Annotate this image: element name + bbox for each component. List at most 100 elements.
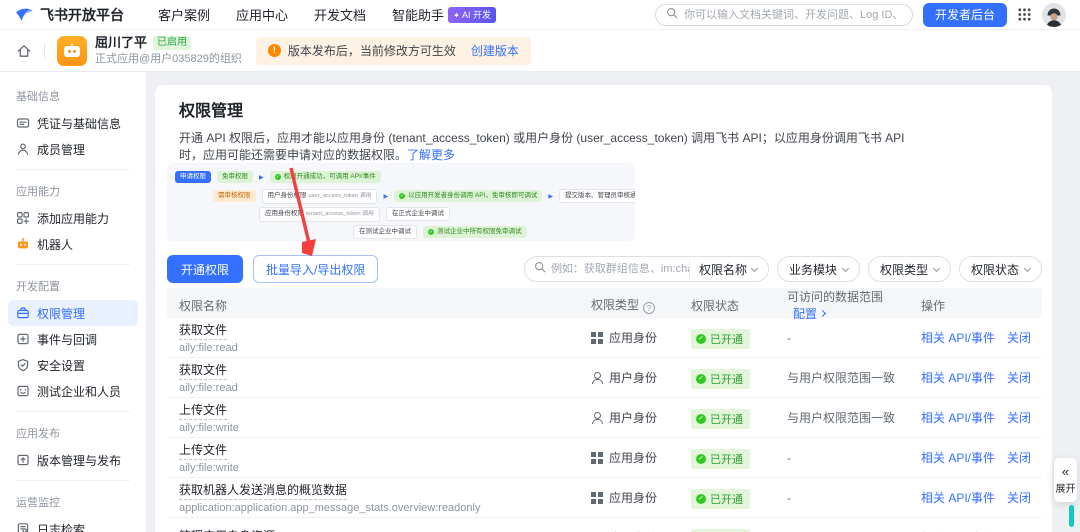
sidebar-section-app-release: 应用发布 <box>8 419 138 447</box>
home-icon[interactable] <box>16 43 32 59</box>
sidebar-item-credentials[interactable]: 凭证与基础信息 <box>8 110 138 136</box>
close-permission-link[interactable]: 关闭 <box>1007 489 1031 506</box>
expand-panel-tab[interactable]: 展开 <box>1054 458 1077 502</box>
nav-dev-docs[interactable]: 开发文档 <box>314 5 366 24</box>
table-row: 管理应用自身资源 应用身份 已开通 - 相关 API/事件关闭 <box>167 518 1042 532</box>
filter-permission-type[interactable]: 权限类型 <box>868 256 951 282</box>
developer-console-button[interactable]: 开发者后台 <box>923 3 1007 27</box>
related-api-link[interactable]: 相关 API/事件 <box>921 329 995 346</box>
robot-icon <box>16 237 30 251</box>
status-badge: 已开通 <box>691 409 750 429</box>
close-permission-link[interactable]: 关闭 <box>1007 409 1031 426</box>
app-launcher-grid-icon[interactable] <box>1017 7 1032 22</box>
close-permission-link[interactable]: 关闭 <box>1007 329 1031 346</box>
feishu-logo-icon <box>14 5 34 25</box>
log-search-icon <box>16 522 30 532</box>
flow-app-permission-box: 应用身份权限 tenant_access_token 调用 <box>259 207 380 222</box>
flow-test-debug-box: 在测试企业中调试 <box>353 225 417 239</box>
nav-ai-assistant[interactable]: 智能助手 AI 开发 <box>392 5 496 24</box>
sidebar-item-members[interactable]: 成员管理 <box>8 136 138 162</box>
nav-ai-assistant-label: 智能助手 <box>392 5 444 24</box>
permission-code: aily:file:write <box>179 422 579 434</box>
permission-name[interactable]: 获取文件 <box>179 322 227 339</box>
filter-label: 业务模块 <box>789 261 837 278</box>
divider <box>16 411 130 412</box>
permission-type: 应用身份 <box>609 449 657 466</box>
filter-permission-status[interactable]: 权限状态 <box>959 256 1042 282</box>
nav-customer-cases[interactable]: 客户案例 <box>158 5 210 24</box>
related-api-link[interactable]: 相关 API/事件 <box>921 409 995 426</box>
table-header-row: 权限名称 权限类型 权限状态 可访问的数据范围配置 操作 <box>167 288 1042 318</box>
status-badge: 已开通 <box>691 529 750 532</box>
global-search-box[interactable] <box>655 4 913 26</box>
close-permission-link[interactable]: 关闭 <box>1007 449 1031 466</box>
permission-type: 用户身份 <box>609 409 657 426</box>
sidebar-item-test-enterprise[interactable]: 测试企业和人员 <box>8 378 138 404</box>
sidebar-item-label: 测试企业和人员 <box>37 383 121 400</box>
permission-name[interactable]: 上传文件 <box>179 402 227 419</box>
info-icon[interactable] <box>643 302 655 314</box>
status-badge: 已开通 <box>691 369 750 389</box>
chevron-down-icon <box>751 264 758 271</box>
related-api-link[interactable]: 相关 API/事件 <box>921 449 995 466</box>
search-icon <box>534 260 546 278</box>
flow-dev-debug-chip: 以应用开发者身份调用 API，免审核即可调试 <box>394 190 542 202</box>
flow-no-review-badge: 免审权限 <box>217 171 253 183</box>
flow-formal-debug-box: 在正式企业中调试 <box>386 207 450 221</box>
table-row: 获取文件aily:file:read 应用身份 已开通 - 相关 API/事件关… <box>167 318 1042 358</box>
search-icon <box>666 6 678 24</box>
permission-code: application:application.app_message_stat… <box>179 502 579 514</box>
status-badge: 已开通 <box>691 449 750 469</box>
user-avatar[interactable] <box>1042 3 1066 27</box>
permission-name[interactable]: 获取机器人发送消息的概览数据 <box>179 482 347 499</box>
page-description: 开通 API 权限后，应用才能以应用身份 (tenant_access_toke… <box>179 130 909 164</box>
identity-type-icon <box>591 452 603 464</box>
brand-name: 飞书开放平台 <box>40 5 124 25</box>
status-badge: 已开通 <box>691 489 750 509</box>
header-permission-name: 权限名称 <box>167 297 579 314</box>
sidebar-item-security[interactable]: 安全设置 <box>8 352 138 378</box>
related-api-link[interactable]: 相关 API/事件 <box>921 369 995 386</box>
brand-logo[interactable]: 飞书开放平台 <box>14 5 124 25</box>
permission-name[interactable]: 管理应用自身资源 <box>179 528 275 532</box>
sidebar-item-label: 版本管理与发布 <box>37 452 121 469</box>
floating-widget-handle[interactable] <box>1069 505 1074 527</box>
create-version-link[interactable]: 创建版本 <box>471 42 519 59</box>
double-chevron-left-icon <box>1062 465 1069 478</box>
sidebar-item-label: 日志检索 <box>37 521 85 532</box>
learn-more-link[interactable]: 了解更多 <box>407 148 455 162</box>
app-org-subtitle: 正式应用@用户035829的组织 <box>95 53 242 66</box>
search-field-label: 权限名称 <box>699 261 747 278</box>
notice-text: 版本发布后，当前修改方可生效 <box>288 42 456 59</box>
search-field-selector[interactable]: 权限名称 <box>689 260 766 278</box>
sidebar-item-permissions[interactable]: 权限管理 <box>8 300 138 326</box>
nav-app-center[interactable]: 应用中心 <box>236 5 288 24</box>
sidebar-item-add-capability[interactable]: 添加应用能力 <box>8 205 138 231</box>
primary-nav: 客户案例 应用中心 开发文档 智能助手 AI 开发 <box>158 5 496 24</box>
open-permission-button[interactable]: 开通权限 <box>167 255 243 283</box>
sidebar-item-version-release[interactable]: 版本管理与发布 <box>8 447 138 473</box>
permission-search-input[interactable] <box>551 263 689 275</box>
batch-import-export-button[interactable]: 批量导入/导出权限 <box>253 255 378 283</box>
data-scope: 与用户权限范围一致 <box>775 409 909 426</box>
close-permission-link[interactable]: 关闭 <box>1007 369 1031 386</box>
related-api-link[interactable]: 相关 API/事件 <box>921 489 995 506</box>
flow-test-free-chip: 测试企业中所有权限免审调试 <box>423 226 527 238</box>
check-icon <box>696 374 706 384</box>
permission-search-box[interactable]: 权限名称 <box>524 256 769 282</box>
permission-flow-diagram: 申请权限 免审权限 权限开通成功，可调用 API/事件 需审核权限 用户身份权限… <box>167 163 635 241</box>
sidebar-item-log-search[interactable]: 日志检索 <box>8 516 138 532</box>
sidebar-item-events[interactable]: 事件与回调 <box>8 326 138 352</box>
filter-business-module[interactable]: 业务模块 <box>777 256 860 282</box>
sidebar-section-basic-info: 基础信息 <box>8 82 138 110</box>
page-description-text: 开通 API 权限后，应用才能以应用身份 (tenant_access_toke… <box>179 131 905 162</box>
permission-name[interactable]: 上传文件 <box>179 442 227 459</box>
sidebar-item-label: 机器人 <box>37 236 73 253</box>
permission-code: aily:file:write <box>179 462 579 474</box>
data-scope: 与用户权限范围一致 <box>775 369 909 386</box>
sidebar-item-bot[interactable]: 机器人 <box>8 231 138 257</box>
permission-name[interactable]: 获取文件 <box>179 362 227 379</box>
scope-config-link[interactable]: 配置 <box>793 305 825 322</box>
global-search-input[interactable] <box>684 9 902 21</box>
event-callback-icon <box>16 332 30 346</box>
